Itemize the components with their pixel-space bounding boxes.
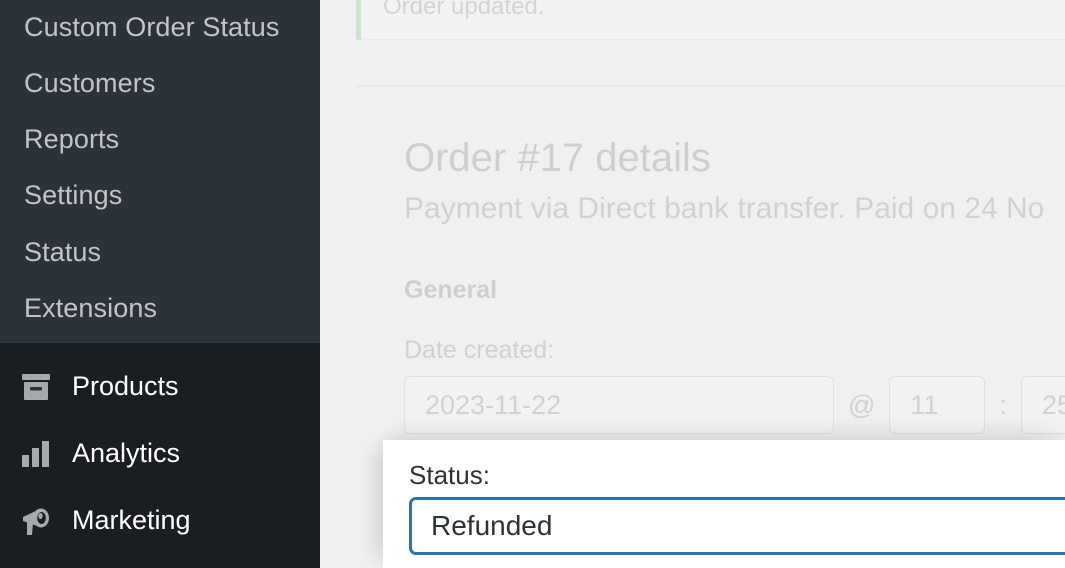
products-box-icon [14,373,58,401]
sidebar-item-label: Analytics [72,438,181,468]
order-payment-subtitle: Payment via Direct bank transfer. Paid o… [404,192,1045,225]
sidebar-item-label: Products [72,371,179,401]
minute-input[interactable]: 25 [1020,376,1065,434]
sidebar-item-label: Settings [24,180,123,210]
date-created-row: 2023-11-22 @ 11 : 25 [404,376,1065,434]
sidebar-item-analytics[interactable]: Analytics [0,420,320,487]
sidebar-item-label: Status [24,237,102,267]
status-label: Status: [409,460,490,490]
sidebar-item-label: Marketing [72,505,191,535]
analytics-bars-icon [14,440,58,468]
admin-sidebar: Custom Order Status Customers Reports Se… [0,0,320,568]
notice-text: Order updated. [383,0,545,20]
sidebar-item-customers[interactable]: Customers [24,70,155,97]
date-created-label: Date created: [404,336,555,364]
sidebar-item-products[interactable]: Products [0,353,320,420]
sidebar-lower-section: Products Analytics Marketing [0,342,320,568]
time-colon-separator: : [999,389,1007,420]
sidebar-item-status[interactable]: Status [24,239,101,266]
order-updated-notice: Order updated. [356,0,1065,40]
sidebar-item-settings[interactable]: Settings [24,182,122,209]
sidebar-upper-section: Custom Order Status Customers Reports Se… [0,0,320,342]
sidebar-item-reports[interactable]: Reports [24,126,119,153]
sidebar-item-marketing[interactable]: Marketing [0,487,320,554]
sidebar-item-label: Extensions [24,293,158,323]
status-field-panel: Status: Refunded [383,440,1065,568]
sidebar-item-label: Custom Order Status [24,12,280,42]
header-divider [356,85,1065,87]
sidebar-item-extensions[interactable]: Extensions [24,295,157,322]
hour-input[interactable]: 11 [889,376,986,434]
sidebar-item-label: Customers [24,68,156,98]
general-section-heading: General [404,276,498,304]
sidebar-item-label: Reports [24,124,120,154]
order-status-select[interactable]: Refunded [409,497,1065,555]
date-created-input[interactable]: 2023-11-22 [404,376,834,434]
sidebar-item-custom-order-status[interactable]: Custom Order Status [24,14,280,41]
page-title: Order #17 details [404,136,711,180]
at-separator: @ [848,389,876,420]
marketing-megaphone-icon [14,506,58,536]
